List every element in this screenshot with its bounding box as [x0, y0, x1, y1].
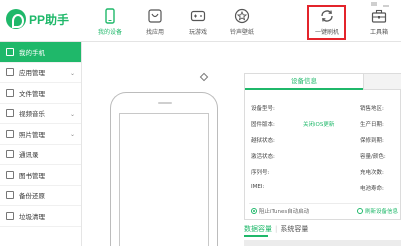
radio-icon	[251, 208, 257, 214]
sidebar-item-label: 通讯录	[19, 151, 39, 160]
phone-speaker	[158, 102, 172, 104]
sidebar-item-video-music[interactable]: 视频音乐 ⌄	[0, 104, 81, 124]
sidebar-item-label: 备份还原	[19, 192, 45, 201]
app-name: PP助手	[29, 12, 70, 27]
info-label: 容量/颜色:	[360, 154, 386, 160]
close-ios-update-link[interactable]: 关闭iOS更新	[303, 120, 334, 128]
tab-separator: |	[275, 225, 278, 233]
refresh-icon	[357, 208, 363, 214]
sidebar-item-app-management[interactable]: 应用管理 ⌄	[0, 63, 81, 83]
sidebar: 我的手机 应用管理 ⌄ 文件管理 视频音乐 ⌄ 照片管理 ⌄ 通讯录 图书管理 …	[0, 42, 82, 246]
top-bar: PP助手 我的设备 找应用 玩游戏 铃声壁纸 一键刷机 工具箱	[0, 0, 401, 42]
photo-icon	[6, 129, 14, 138]
nav-label: 玩游戏	[188, 29, 207, 36]
tab-device-info[interactable]: 设备信息	[245, 74, 363, 90]
nav-ringtone-wallpaper[interactable]: 铃声壁纸	[220, 6, 264, 40]
contacts-icon	[6, 150, 14, 159]
info-label: 电池寿命:	[360, 186, 384, 192]
sidebar-item-label: 图书管理	[19, 171, 45, 180]
sidebar-item-contacts[interactable]: 通讯录	[0, 145, 81, 165]
info-label: 激活状态:	[251, 154, 275, 160]
minimize-icon[interactable]	[382, 2, 390, 8]
refresh-device-info-link[interactable]: 刷新设备信息	[357, 207, 398, 215]
info-label: 序列号:	[251, 170, 270, 176]
sidebar-item-label: 我的手机	[19, 48, 45, 57]
nav-my-device[interactable]: 我的设备	[88, 6, 132, 40]
nav-play-games[interactable]: 玩游戏	[176, 6, 220, 40]
nav-label: 找应用	[145, 29, 164, 36]
info-label: 越狱状态:	[251, 138, 275, 144]
sidebar-item-book-management[interactable]: 图书管理	[0, 165, 81, 186]
tab-data-capacity[interactable]: 数据容量	[244, 225, 272, 233]
active-tab-underline	[244, 235, 268, 237]
chevron-down-icon: ⌄	[69, 131, 75, 138]
sidebar-item-photo-management[interactable]: 照片管理 ⌄	[0, 124, 81, 145]
chevron-down-icon: ⌄	[69, 69, 75, 77]
info-label: 生产日期:	[360, 122, 384, 128]
tab-secondary[interactable]	[363, 74, 401, 90]
sidebar-item-label: 应用管理	[19, 69, 45, 78]
device-phone-image	[110, 92, 218, 246]
phone-icon	[102, 8, 118, 24]
gamepad-icon	[190, 8, 206, 24]
trash-icon	[6, 211, 14, 220]
app-store-icon	[147, 8, 163, 24]
refresh-device-info-label: 刷新设备信息	[365, 209, 399, 215]
chevron-down-icon: ⌄	[69, 110, 75, 118]
info-label: IMEI:	[251, 184, 265, 190]
info-label: 销售地区:	[360, 106, 384, 112]
nav-toolbox[interactable]: 工具箱	[357, 6, 401, 40]
tab-system-capacity[interactable]: 系统容量	[280, 225, 308, 233]
sidebar-item-label: 视频音乐	[19, 110, 45, 119]
info-label: 保修到期:	[360, 138, 384, 144]
menu-icon[interactable]	[370, 2, 378, 8]
backup-icon	[6, 191, 14, 200]
nav-find-apps[interactable]: 找应用	[133, 6, 177, 40]
phone-screen	[119, 113, 209, 246]
sidebar-item-label: 照片管理	[19, 130, 45, 139]
nav-label: 工具箱	[369, 29, 388, 36]
phone-icon	[6, 47, 14, 56]
folder-icon	[6, 88, 14, 97]
sidebar-item-my-phone[interactable]: 我的手机	[0, 42, 81, 63]
device-info-panel: 设备信息 设备型号: 固件版本: 关闭iOS更新 越狱状态: 激活状态: 序列号…	[244, 73, 401, 220]
edit-name-icon[interactable]	[199, 72, 209, 82]
capacity-bar	[244, 240, 401, 246]
info-label: 充电次数:	[360, 170, 384, 176]
toolbox-icon	[371, 8, 387, 24]
divider	[249, 203, 399, 204]
star-badge-icon	[234, 8, 250, 24]
sidebar-item-label: 文件管理	[19, 89, 45, 98]
book-icon	[6, 170, 14, 179]
sidebar-item-junk-cleanup[interactable]: 垃圾清理	[0, 206, 81, 227]
capacity-tabs: 数据容量 | 系统容量	[244, 224, 308, 234]
video-icon	[6, 109, 14, 118]
nav-label: 我的设备	[97, 29, 122, 36]
sidebar-item-backup-restore[interactable]: 备份还原	[0, 186, 81, 206]
info-label: 设备型号:	[251, 106, 275, 112]
apps-icon	[6, 68, 14, 77]
nav-label: 铃声壁纸	[229, 29, 254, 36]
info-label: 固件版本:	[251, 122, 275, 128]
sidebar-item-label: 垃圾清理	[19, 212, 45, 221]
pp-logo-icon	[6, 9, 26, 29]
app-logo[interactable]: PP助手	[6, 9, 69, 29]
highlight-box	[307, 5, 346, 40]
block-itunes-label: 阻止iTunes自动启动	[259, 209, 310, 215]
block-itunes-toggle[interactable]: 阻止iTunes自动启动	[251, 207, 309, 215]
sidebar-item-file-management[interactable]: 文件管理	[0, 83, 81, 104]
